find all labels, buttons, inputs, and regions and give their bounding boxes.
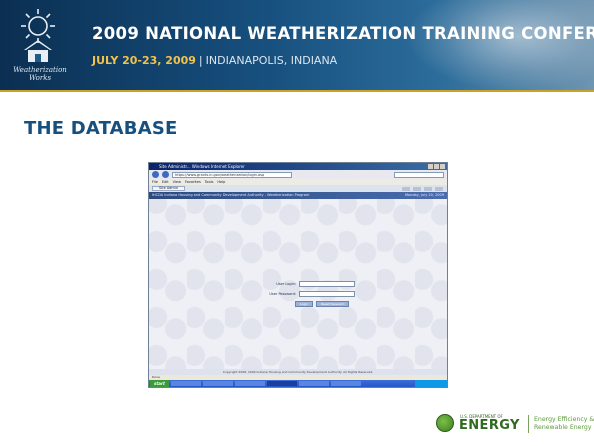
print-icon[interactable] [413, 186, 421, 191]
back-icon[interactable] [152, 171, 159, 178]
app-header-date: Monday, July 20, 2009 [404, 193, 444, 197]
page-menu-icon[interactable] [424, 186, 432, 191]
app-header-title: IHCDA Indiana Housing and Community Deve… [152, 193, 310, 197]
menu-favorites[interactable]: Favorites [185, 179, 201, 185]
house-graphic [405, 0, 594, 92]
app-header-bar: IHCDA Indiana Housing and Community Deve… [149, 192, 447, 199]
taskbar-item[interactable] [298, 381, 329, 386]
logo-caption: Weatherization Works [13, 66, 67, 82]
user-password-label: User Password: [269, 292, 296, 296]
eere-tagline-line2: Renewable Energy [534, 424, 592, 431]
doe-eere-logo: U.S. DEPARTMENT OF ENERGY Energy Efficie… [436, 412, 594, 436]
maximize-icon[interactable] [434, 164, 439, 169]
address-input[interactable]: https://www.grants.in.gov/weatherization… [172, 171, 292, 178]
minimize-icon[interactable] [428, 164, 433, 169]
home-icon[interactable] [402, 186, 410, 191]
conference-title: 2009 NATIONAL WEATHERIZATION TRAINING CO… [92, 24, 594, 43]
menu-file[interactable]: File [152, 179, 158, 185]
banner-divider [0, 90, 594, 92]
reset-password-button[interactable]: Reset Password [316, 301, 350, 307]
taskbar-item[interactable] [170, 381, 201, 386]
subtitle-separator: | [198, 54, 203, 67]
doe-seal-icon [436, 414, 454, 432]
browser-address-bar: https://www.grants.in.gov/weatherization… [149, 170, 447, 179]
taskbar-item-active[interactable] [266, 381, 297, 386]
menu-view[interactable]: View [173, 179, 181, 185]
tools-menu-icon[interactable] [435, 186, 443, 191]
database-screenshot: Site Administr... Windows Internet Explo… [148, 162, 448, 388]
login-buttons: Login Reset Password [295, 301, 363, 307]
weatherization-works-logo: Weatherization Works [6, 6, 70, 86]
user-password-row: User Password: [253, 290, 363, 298]
browser-toolbar-buttons [402, 186, 443, 191]
eere-tagline-line1: Energy Efficiency & [534, 416, 594, 423]
conference-subtitle: JULY 20-23, 2009 | INDIANAPOLIS, INDIANA [92, 54, 337, 67]
start-button[interactable]: start [150, 380, 169, 387]
tab-site-admin[interactable]: Site Admin [152, 186, 185, 191]
conference-banner: Weatherization Works 2009 NATIONAL WEATH… [0, 0, 594, 92]
browser-titlebar: Site Administr... Windows Internet Explo… [149, 163, 447, 170]
close-icon[interactable] [440, 164, 445, 169]
window-controls [428, 164, 445, 169]
browser-tab-bar: Site Admin [149, 185, 447, 192]
search-input[interactable] [394, 171, 444, 178]
conference-location: INDIANAPOLIS, INDIANA [205, 54, 338, 67]
app-page: IHCDA Indiana Housing and Community Deve… [149, 192, 447, 375]
taskbar-item[interactable] [202, 381, 233, 386]
logo-divider [528, 415, 529, 433]
menu-help[interactable]: Help [217, 179, 225, 185]
conference-dates: JULY 20-23, 2009 [92, 54, 196, 67]
user-login-input[interactable] [299, 281, 355, 287]
login-button[interactable]: Login [295, 301, 314, 307]
doe-wordmark: ENERGY [459, 418, 520, 433]
menu-tools[interactable]: Tools [205, 179, 214, 185]
taskbar-item[interactable] [330, 381, 361, 386]
user-login-row: User Login: [253, 280, 363, 288]
slide-title: THE DATABASE [24, 118, 178, 139]
menu-edit[interactable]: Edit [162, 179, 169, 185]
taskbar-item[interactable] [234, 381, 265, 386]
eere-tagline: Energy Efficiency & Renewable Energy [534, 416, 594, 432]
browser-window-title: Site Administr... Windows Internet Explo… [159, 164, 245, 169]
user-login-label: User Login: [276, 282, 296, 286]
user-password-input[interactable] [299, 291, 355, 297]
windows-taskbar: start [149, 380, 447, 387]
system-tray [415, 380, 447, 387]
login-form: User Login: User Password: Login Reset P… [253, 280, 363, 320]
sun-house-icon [21, 9, 55, 62]
forward-icon[interactable] [162, 171, 169, 178]
